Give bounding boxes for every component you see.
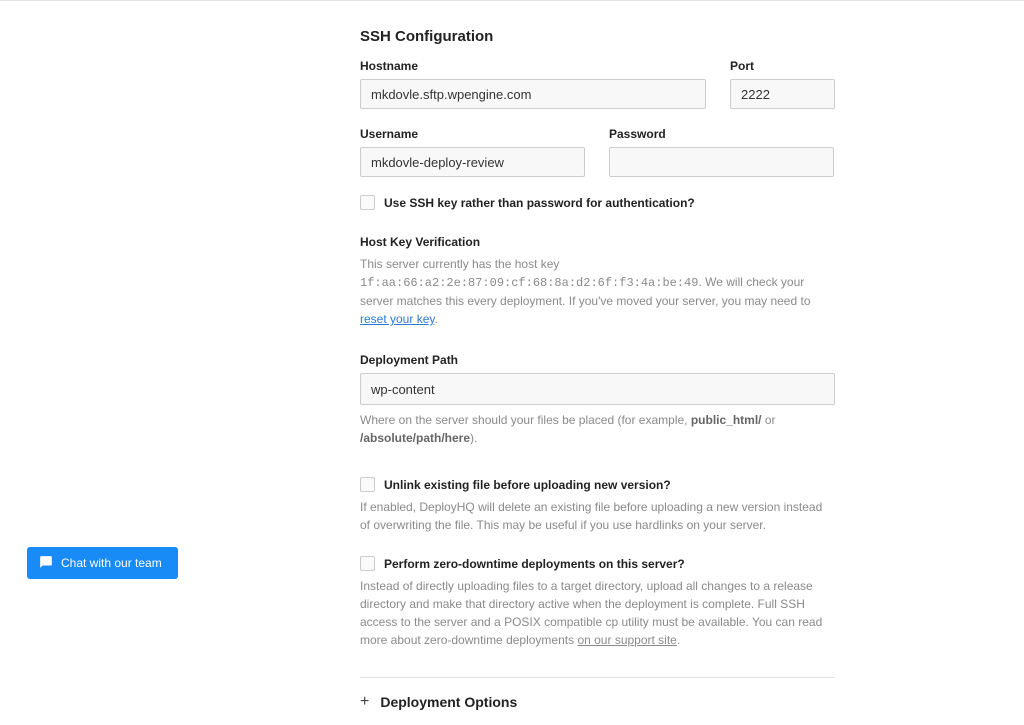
ssh-config-heading: SSH Configuration [360, 28, 834, 45]
deployment-options-label: Deployment Options [380, 694, 517, 710]
password-label: Password [609, 127, 834, 141]
password-input[interactable] [609, 147, 834, 177]
username-group: Username [360, 127, 585, 177]
port-input[interactable] [730, 79, 835, 109]
username-label: Username [360, 127, 585, 141]
chat-widget[interactable]: Chat with our team [27, 547, 178, 579]
unlink-checkbox[interactable] [360, 477, 375, 492]
ssh-key-checkbox-row: Use SSH key rather than password for aut… [360, 195, 834, 210]
chat-label: Chat with our team [61, 556, 162, 570]
plus-icon: + [360, 694, 369, 710]
section-divider [360, 677, 835, 678]
port-label: Port [730, 59, 835, 73]
zero-downtime-checkbox[interactable] [360, 556, 375, 571]
zero-downtime-help: Instead of directly uploading files to a… [360, 577, 835, 649]
ssh-key-checkbox[interactable] [360, 195, 375, 210]
username-input[interactable] [360, 147, 585, 177]
hostname-input[interactable] [360, 79, 706, 109]
deployment-options-toggle[interactable]: + Deployment Options [360, 694, 834, 710]
hostname-label: Hostname [360, 59, 706, 73]
port-group: Port [730, 59, 835, 109]
unlink-checkbox-label: Unlink existing file before uploading ne… [384, 478, 671, 492]
host-key-help: This server currently has the host key 1… [360, 255, 835, 328]
hostname-group: Hostname [360, 59, 706, 109]
unlink-checkbox-row: Unlink existing file before uploading ne… [360, 477, 834, 492]
host-key-heading: Host Key Verification [360, 235, 834, 249]
host-key-fingerprint: 1f:aa:66:a2:2e:87:09:cf:68:8a:d2:6f:f3:4… [360, 276, 698, 290]
password-group: Password [609, 127, 834, 177]
zero-checkbox-row: Perform zero-downtime deployments on thi… [360, 556, 834, 571]
zero-downtime-checkbox-label: Perform zero-downtime deployments on thi… [384, 557, 685, 571]
deployment-path-input[interactable] [360, 373, 835, 405]
chat-icon [39, 555, 53, 572]
deployment-path-label: Deployment Path [360, 353, 834, 367]
deployment-path-help: Where on the server should your files be… [360, 411, 835, 447]
support-site-link[interactable]: on our support site [577, 633, 676, 647]
ssh-key-checkbox-label: Use SSH key rather than password for aut… [384, 196, 695, 210]
unlink-help: If enabled, DeployHQ will delete an exis… [360, 498, 835, 534]
reset-key-link[interactable]: reset your key [360, 312, 434, 326]
